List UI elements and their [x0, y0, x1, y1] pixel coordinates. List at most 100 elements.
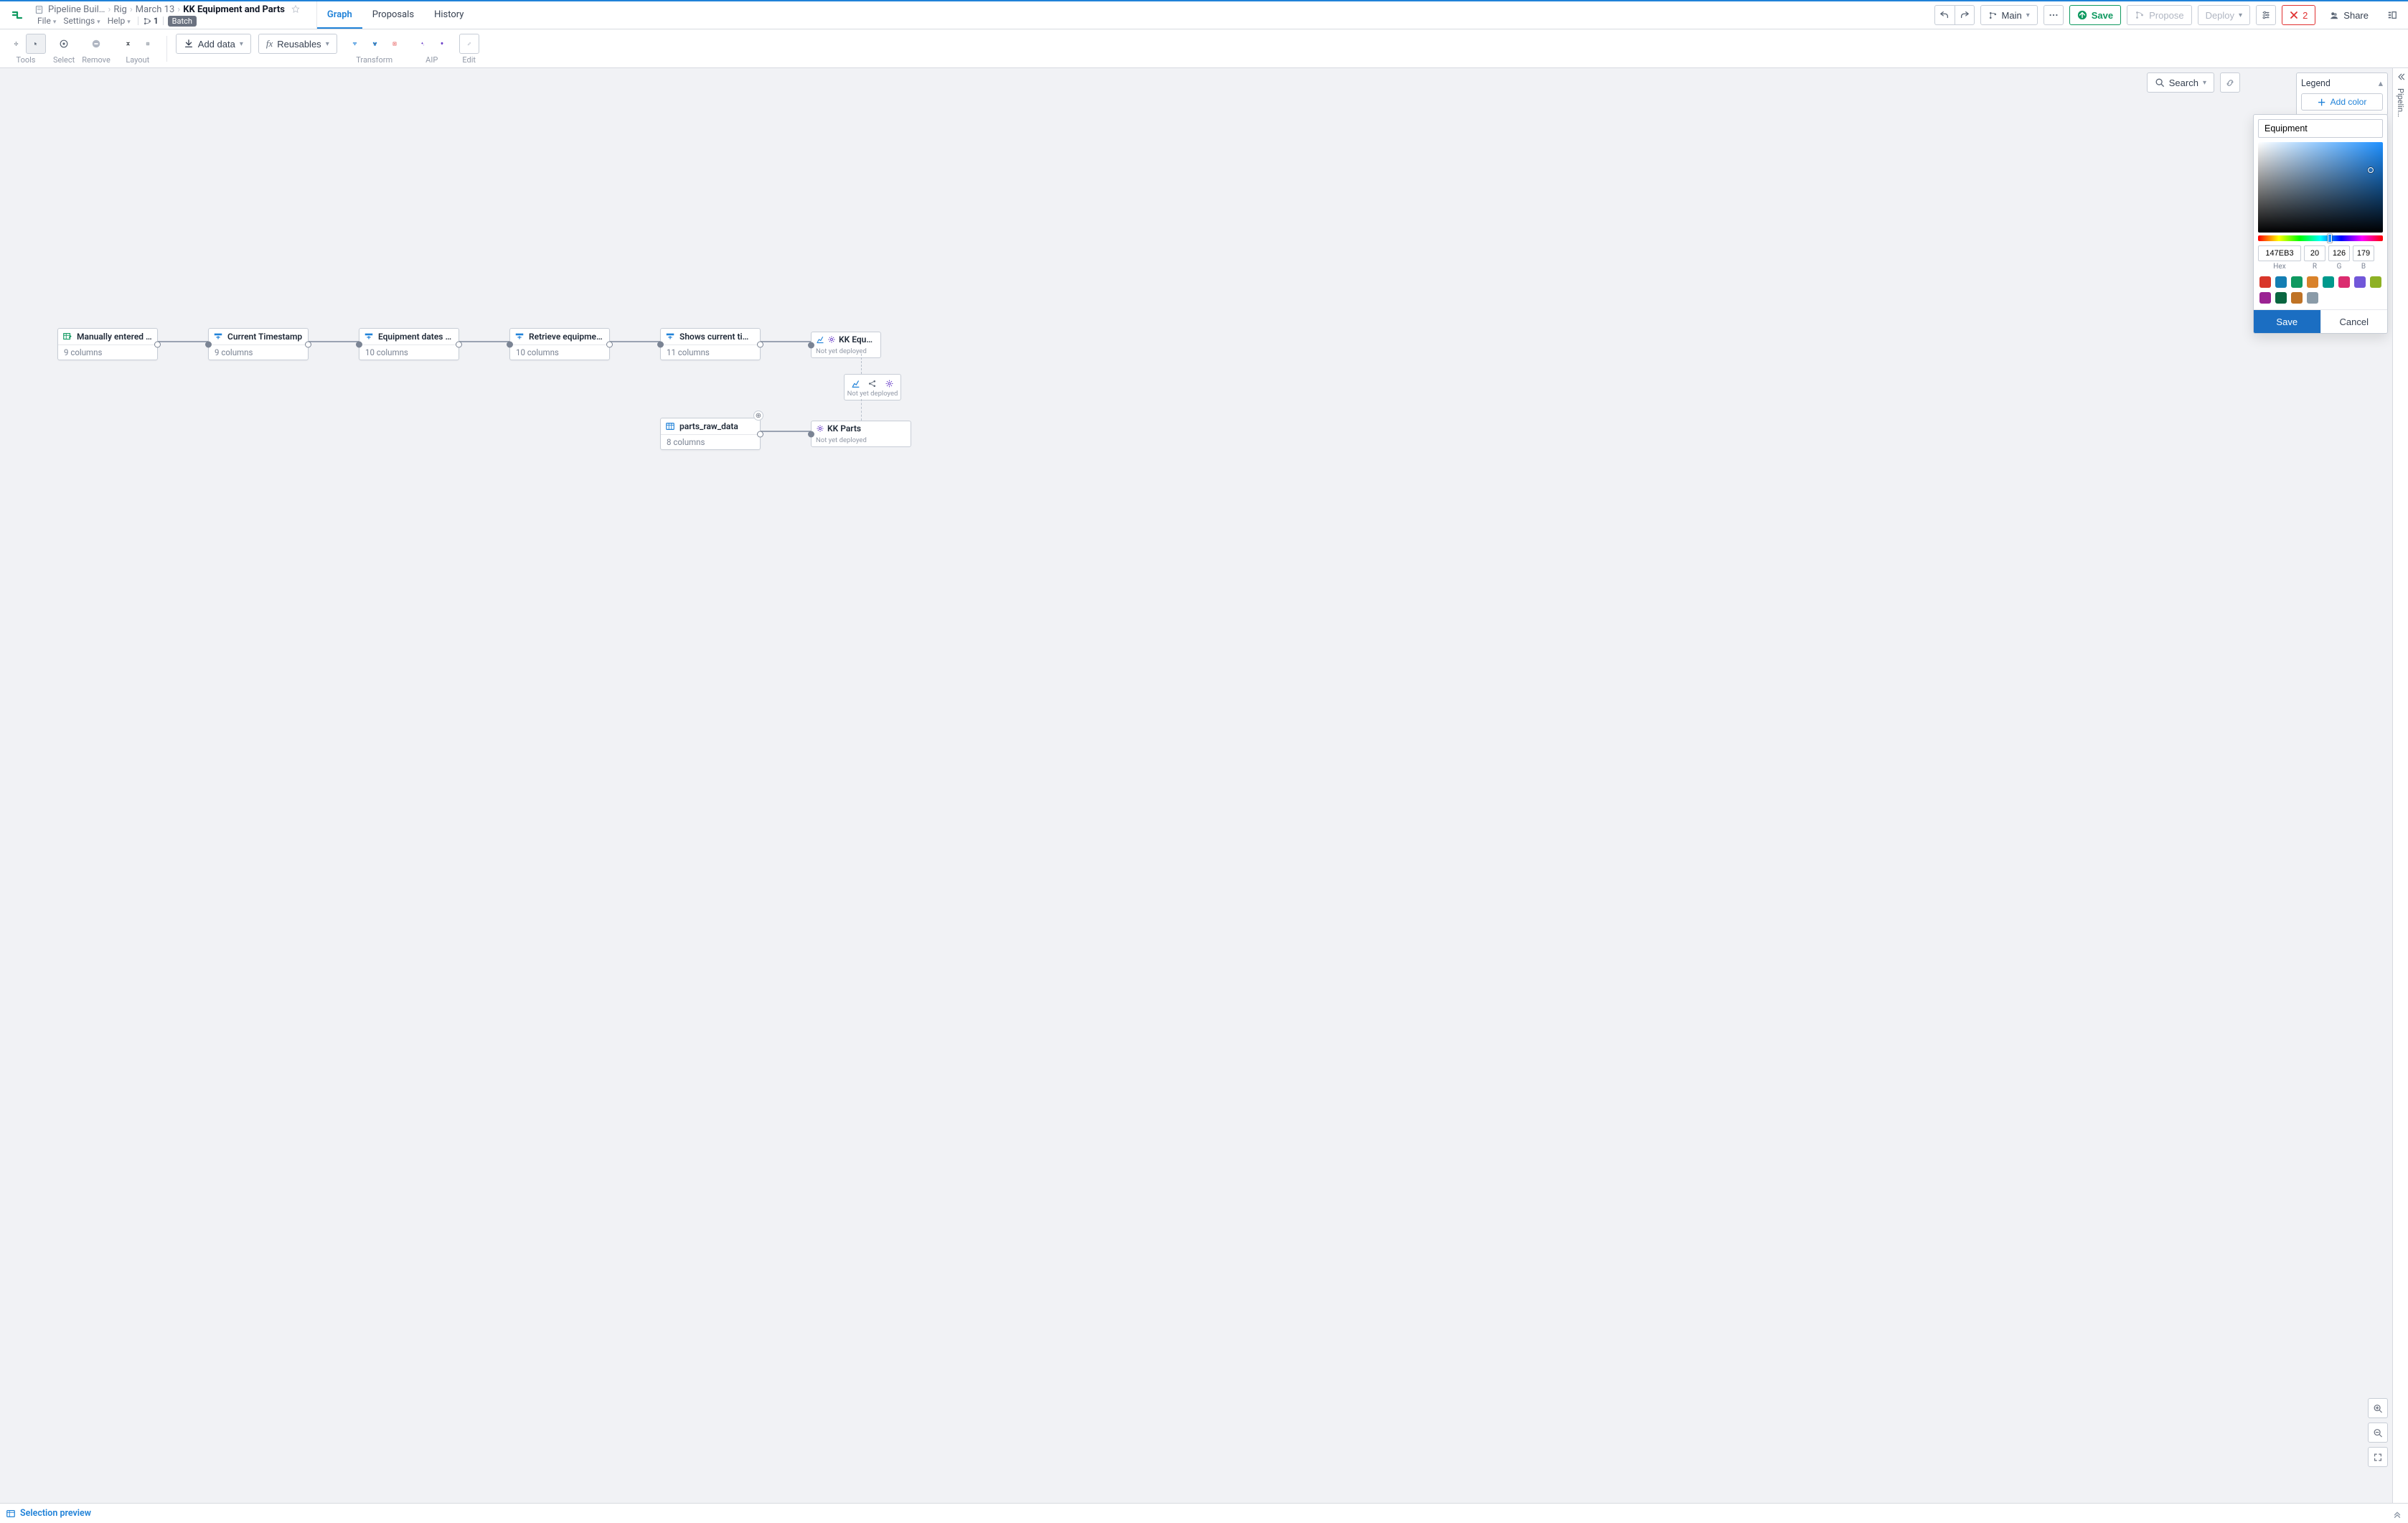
errors-button[interactable]: 2	[2282, 5, 2315, 25]
tab-proposals[interactable]: Proposals	[362, 1, 424, 29]
panel-toggle-button[interactable]	[2382, 5, 2402, 25]
reusables-button[interactable]: fx Reusables ▾	[258, 34, 337, 54]
branch-icon[interactable]	[143, 17, 152, 26]
port-out[interactable]	[757, 341, 763, 347]
transform-button-1[interactable]	[344, 34, 365, 54]
output-kk-equipment[interactable]: KK Equ… Not yet deployed	[811, 332, 881, 358]
select-all-button[interactable]	[54, 34, 74, 54]
output-chart-icon[interactable]	[850, 377, 862, 390]
deploy-button[interactable]: Deploy ▾	[2198, 5, 2251, 25]
port-in[interactable]	[808, 431, 814, 437]
chevron-up-icon[interactable]: ▴	[2379, 78, 2383, 89]
swatch[interactable]	[2275, 292, 2287, 304]
batch-chip[interactable]: Batch	[168, 16, 197, 27]
pan-tool[interactable]	[6, 34, 26, 54]
search-button[interactable]: Search ▾	[2147, 72, 2214, 93]
transform-button-3[interactable]	[385, 34, 405, 54]
hue-thumb[interactable]	[2328, 234, 2332, 243]
transform-button-2[interactable]	[365, 34, 385, 54]
layout-grid-button[interactable]	[138, 34, 158, 54]
port-in[interactable]	[205, 341, 212, 347]
expand-up-icon[interactable]	[2392, 1509, 2402, 1519]
node-equipment-dates[interactable]: Equipment dates and ma… 10 columns	[359, 328, 459, 360]
hex-input[interactable]	[2258, 245, 2301, 261]
swatch[interactable]	[2259, 292, 2271, 304]
node-title: parts_raw_data	[679, 421, 738, 431]
output-share-icon[interactable]	[866, 377, 879, 390]
dataset-icon	[665, 421, 675, 431]
node-current-timestamp[interactable]: Current Timestamp 9 columns	[208, 328, 309, 360]
layout-graph-button[interactable]	[118, 34, 138, 54]
edit-button[interactable]	[459, 34, 479, 54]
swatch[interactable]	[2291, 276, 2303, 288]
port-out[interactable]	[757, 431, 763, 437]
zoom-in-button[interactable]	[2368, 1398, 2388, 1418]
port-out[interactable]	[305, 341, 311, 347]
g-input[interactable]	[2328, 245, 2350, 261]
menu-settings[interactable]: Settings ▾	[60, 16, 103, 26]
add-data-button[interactable]: Add data ▾	[176, 34, 251, 54]
remove-button[interactable]	[86, 34, 106, 54]
swatch[interactable]	[2307, 276, 2318, 288]
breadcrumb-root[interactable]: Pipeline Buil…	[48, 4, 105, 15]
selection-preview-button[interactable]: Selection preview	[6, 1508, 91, 1519]
aip-sparkle-button[interactable]	[412, 34, 432, 54]
tab-history[interactable]: History	[424, 1, 474, 29]
more-menu-button[interactable]	[2043, 5, 2064, 25]
redo-button[interactable]	[1955, 5, 1975, 25]
node-manually-entered-table[interactable]: Manually entered table 9 columns	[57, 328, 158, 360]
select-tool[interactable]	[26, 34, 46, 54]
zoom-out-button[interactable]	[2368, 1423, 2388, 1443]
color-cursor[interactable]	[2368, 167, 2374, 173]
breadcrumb-level1[interactable]: Rig	[113, 4, 126, 15]
graph-canvas[interactable]: Manually entered table 9 columns Current…	[0, 68, 2408, 1503]
swatch[interactable]	[2354, 276, 2366, 288]
port-in[interactable]	[657, 341, 664, 347]
tab-graph[interactable]: Graph	[317, 1, 362, 29]
port-in[interactable]	[507, 341, 513, 347]
star-icon[interactable]	[291, 4, 301, 14]
swatch[interactable]	[2323, 276, 2334, 288]
menu-help[interactable]: Help ▾	[105, 16, 133, 26]
output-gear-icon[interactable]	[883, 377, 895, 390]
collapse-icon[interactable]	[2397, 72, 2405, 81]
r-input[interactable]	[2304, 245, 2325, 261]
share-button[interactable]: Share	[2321, 5, 2376, 25]
b-input[interactable]	[2353, 245, 2374, 261]
app-logo[interactable]	[9, 6, 27, 24]
zoom-fit-button[interactable]	[2368, 1447, 2388, 1467]
swatch[interactable]	[2275, 276, 2287, 288]
swatch[interactable]	[2291, 292, 2303, 304]
port-out[interactable]	[606, 341, 613, 347]
port-in[interactable]	[808, 342, 814, 348]
node-retrieve-equipment-ids[interactable]: Retrieve equipment IDs. 10 columns	[509, 328, 610, 360]
add-color-button[interactable]: ＋ Add color	[2301, 93, 2383, 111]
breadcrumb-current[interactable]: KK Equipment and Parts	[183, 4, 285, 15]
swatch[interactable]	[2307, 292, 2318, 304]
node-parts-raw-data[interactable]: parts_raw_data 8 columns	[660, 418, 761, 450]
color-name-input[interactable]	[2258, 119, 2383, 138]
settings-sliders-button[interactable]	[2256, 5, 2276, 25]
swatch[interactable]	[2338, 276, 2350, 288]
menu-file[interactable]: File ▾	[34, 16, 59, 26]
add-node-handle[interactable]: ⊕	[753, 411, 763, 421]
swatch[interactable]	[2259, 276, 2271, 288]
color-save-button[interactable]: Save	[2254, 310, 2320, 333]
branch-selector[interactable]: Main ▾	[1980, 5, 2038, 25]
breadcrumb-level2[interactable]: March 13	[136, 4, 175, 15]
port-out[interactable]	[456, 341, 462, 347]
propose-button[interactable]: Propose	[2127, 5, 2191, 25]
undo-button[interactable]	[1934, 5, 1955, 25]
color-cancel-button[interactable]: Cancel	[2320, 310, 2388, 333]
swatch[interactable]	[2370, 276, 2381, 288]
save-button[interactable]: Save	[2069, 5, 2121, 25]
output-kk-parts[interactable]: KK Parts Not yet deployed	[811, 421, 911, 447]
right-rail-label[interactable]: Pipelin…	[2396, 88, 2405, 117]
link-toggle-button[interactable]	[2220, 72, 2240, 93]
color-gradient-picker[interactable]	[2258, 142, 2383, 233]
hue-slider[interactable]	[2258, 235, 2383, 241]
port-out[interactable]	[154, 341, 161, 347]
aip-bulb-button[interactable]	[432, 34, 452, 54]
node-shows-current-time[interactable]: Shows current time upd… 11 columns	[660, 328, 761, 360]
port-in[interactable]	[356, 341, 362, 347]
